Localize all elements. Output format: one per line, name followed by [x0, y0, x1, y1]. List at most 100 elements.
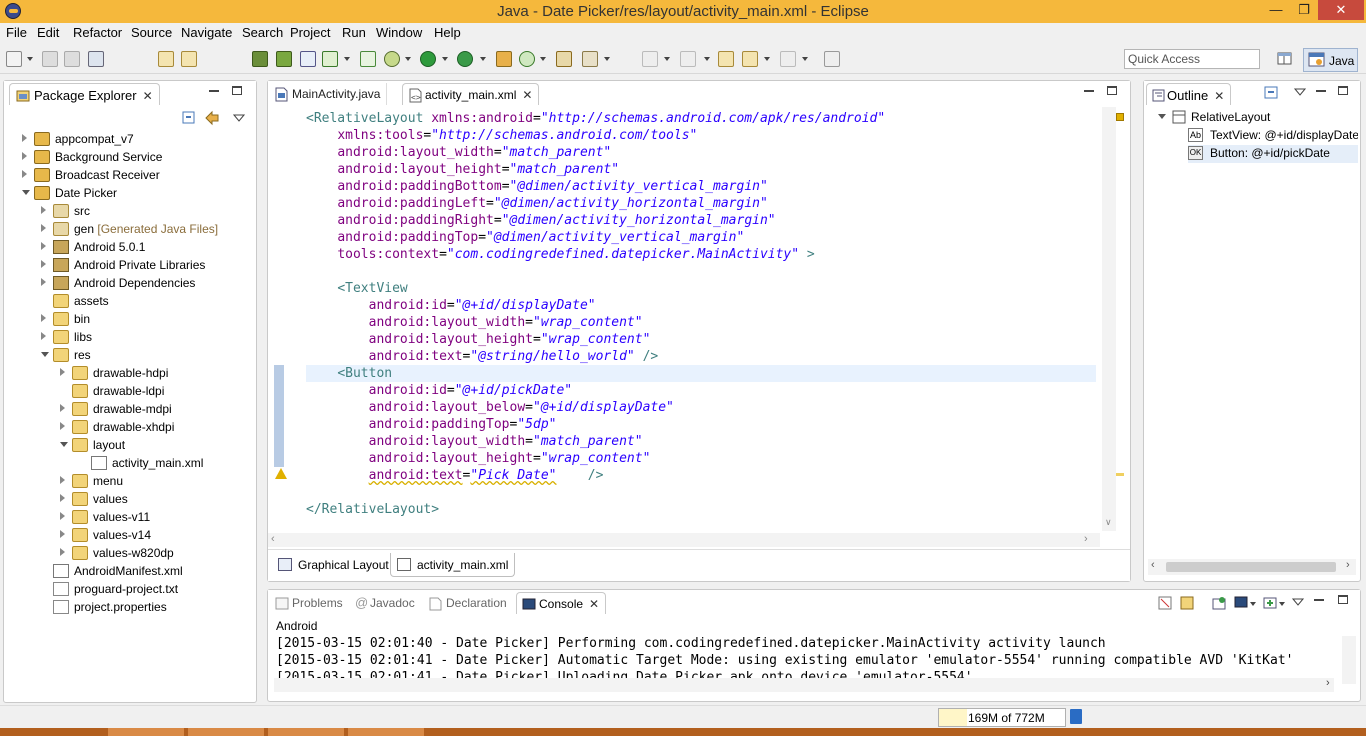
- scroll-right-icon[interactable]: ›: [1346, 559, 1350, 571]
- menu-search[interactable]: Search: [242, 25, 283, 40]
- collapsed-arrow-icon[interactable]: [60, 368, 65, 376]
- menu-edit[interactable]: Edit: [37, 25, 59, 40]
- editor-horizontal-scrollbar[interactable]: ‹ ›: [268, 533, 1100, 547]
- menu-refactor[interactable]: Refactor: [73, 25, 122, 40]
- scroll-lock-icon[interactable]: [1180, 596, 1194, 613]
- scroll-down-icon[interactable]: ∨: [1105, 517, 1112, 528]
- expanded-arrow-icon[interactable]: [41, 352, 49, 357]
- debug-dropdown-icon[interactable]: [405, 57, 411, 61]
- external-dropdown-icon[interactable]: [480, 57, 486, 61]
- link-with-editor-icon[interactable]: [204, 110, 220, 129]
- menu-help[interactable]: Help: [434, 25, 461, 40]
- save-all-icon[interactable]: [64, 51, 80, 67]
- tree-item[interactable]: values-v14: [4, 527, 254, 545]
- close-button[interactable]: ✕: [1318, 0, 1364, 20]
- collapsed-arrow-icon[interactable]: [60, 476, 65, 484]
- lint-icon[interactable]: [300, 51, 316, 67]
- outline-item-selected[interactable]: OK Button: @+id/pickDate: [1188, 145, 1358, 163]
- search-dropdown-icon[interactable]: [604, 57, 610, 61]
- tab-declaration[interactable]: Declaration: [424, 592, 513, 614]
- collapse-all-icon[interactable]: [182, 111, 196, 128]
- new-class-dropdown-icon[interactable]: [540, 57, 546, 61]
- tab-package-explorer[interactable]: Package Explorer ✕: [9, 83, 160, 105]
- tab-outline[interactable]: Outline ✕: [1146, 83, 1232, 105]
- scroll-right-icon[interactable]: ›: [1326, 677, 1330, 689]
- outline-root[interactable]: RelativeLayout: [1156, 109, 1356, 127]
- collapsed-arrow-icon[interactable]: [60, 548, 65, 556]
- close-view-icon[interactable]: ✕: [143, 89, 153, 103]
- menu-source[interactable]: Source: [131, 25, 172, 40]
- tab-javadoc[interactable]: @ Javadoc: [350, 592, 421, 614]
- outline-toolbar-icon[interactable]: [1264, 86, 1278, 103]
- warning-overview-mark[interactable]: [1116, 473, 1124, 476]
- expanded-arrow-icon[interactable]: [22, 190, 30, 195]
- next-annotation-dropdown-icon[interactable]: [664, 57, 670, 61]
- display-console-dropdown-icon[interactable]: [1250, 602, 1256, 606]
- view-menu-icon[interactable]: [232, 112, 246, 126]
- tab-graphical-layout[interactable]: Graphical Layout: [272, 553, 395, 577]
- scroll-right-icon[interactable]: ›: [1084, 533, 1088, 545]
- tree-item[interactable]: gen [Generated Java Files]: [4, 221, 254, 239]
- new-icon[interactable]: [6, 51, 22, 67]
- collapsed-arrow-icon[interactable]: [60, 494, 65, 502]
- collapsed-arrow-icon[interactable]: [22, 134, 27, 142]
- console-horizontal-scrollbar[interactable]: ›: [274, 677, 1334, 692]
- heap-status[interactable]: 169M of 772M: [938, 708, 1066, 727]
- android-avd-manager-icon[interactable]: [276, 51, 292, 67]
- tree-item[interactable]: Android 5.0.1: [4, 239, 254, 257]
- maximize-editor-icon[interactable]: [1107, 86, 1117, 95]
- open-type-icon[interactable]: [158, 51, 174, 67]
- tree-item[interactable]: Date Picker: [4, 185, 254, 203]
- console-vertical-scrollbar[interactable]: [1342, 636, 1356, 684]
- menu-project[interactable]: Project: [290, 25, 330, 40]
- forward-dropdown-icon[interactable]: [802, 57, 808, 61]
- pin-editor-icon[interactable]: [824, 51, 840, 67]
- menu-file[interactable]: File: [6, 25, 27, 40]
- trash-icon[interactable]: [1070, 709, 1082, 724]
- tree-item[interactable]: res: [4, 347, 254, 365]
- tab-problems[interactable]: Problems: [270, 592, 349, 614]
- menu-navigate[interactable]: Navigate: [181, 25, 232, 40]
- check-icon[interactable]: [322, 51, 338, 67]
- collapsed-arrow-icon[interactable]: [22, 170, 27, 178]
- tree-item[interactable]: values: [4, 491, 254, 509]
- new-package-icon[interactable]: [496, 51, 512, 67]
- check-dropdown-icon[interactable]: [344, 57, 350, 61]
- collapsed-arrow-icon[interactable]: [60, 512, 65, 520]
- tab-activity-main-xml[interactable]: <> activity_main.xml ✕: [402, 83, 540, 105]
- forward-icon[interactable]: [780, 51, 796, 67]
- taskbar-item[interactable]: [188, 728, 264, 736]
- close-view-icon[interactable]: ✕: [589, 597, 599, 611]
- clear-console-icon[interactable]: [1158, 596, 1172, 613]
- tab-xml-source[interactable]: activity_main.xml: [390, 553, 516, 577]
- open-console-icon[interactable]: [1263, 596, 1277, 613]
- code-text-area[interactable]: <RelativeLayout xmlns:android="http://sc…: [268, 107, 1100, 531]
- taskbar-item[interactable]: [268, 728, 344, 736]
- tree-item[interactable]: drawable-xhdpi: [4, 419, 254, 437]
- outline-item[interactable]: Ab TextView: @+id/displayDate: [1188, 127, 1358, 145]
- minimize-view-icon[interactable]: [1316, 89, 1326, 92]
- expanded-arrow-icon[interactable]: [60, 442, 68, 447]
- vertical-ruler[interactable]: [268, 107, 290, 531]
- tree-item[interactable]: values-v11: [4, 509, 254, 527]
- taskbar-item[interactable]: [348, 728, 424, 736]
- minimize-button[interactable]: —: [1262, 0, 1290, 20]
- search-pen-icon[interactable]: [582, 51, 598, 67]
- android-project-icon[interactable]: [360, 51, 376, 67]
- minimize-editor-icon[interactable]: [1084, 89, 1094, 92]
- menu-window[interactable]: Window: [376, 25, 422, 40]
- collapsed-arrow-icon[interactable]: [22, 152, 27, 160]
- prev-annotation-dropdown-icon[interactable]: [704, 57, 710, 61]
- collapsed-arrow-icon[interactable]: [41, 260, 46, 268]
- collapsed-arrow-icon[interactable]: [41, 278, 46, 286]
- warnings-summary-icon[interactable]: [1116, 113, 1124, 121]
- new-dropdown-icon[interactable]: [27, 57, 33, 61]
- run-external-icon[interactable]: [457, 51, 473, 67]
- scrollbar-thumb[interactable]: [1166, 562, 1336, 572]
- close-tab-icon[interactable]: ✕: [522, 88, 532, 102]
- collapsed-arrow-icon[interactable]: [41, 332, 46, 340]
- display-console-icon[interactable]: [1234, 596, 1248, 613]
- collapsed-arrow-icon[interactable]: [41, 242, 46, 250]
- last-edit-icon[interactable]: [718, 51, 734, 67]
- menu-run[interactable]: Run: [342, 25, 366, 40]
